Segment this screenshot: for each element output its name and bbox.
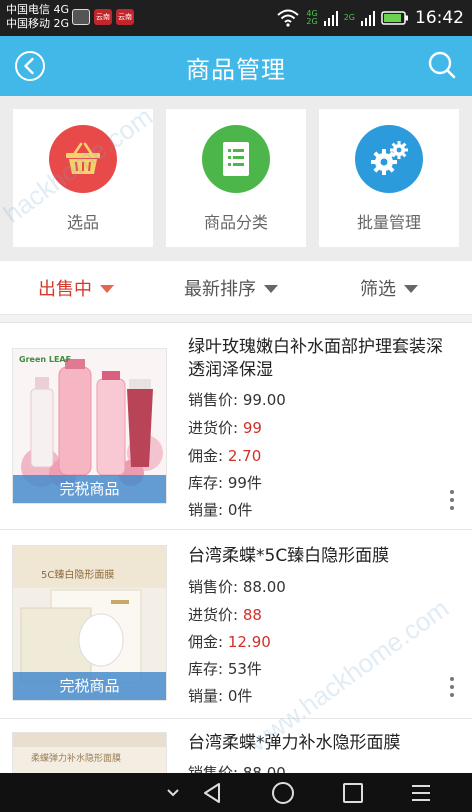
carrier-2: 中国移动 2G	[6, 17, 70, 30]
net-2g: 2G	[306, 17, 318, 26]
cost-price: 进货价: 88	[188, 604, 262, 625]
cost-price: 进货价: 99	[188, 417, 262, 438]
commission: 佣金: 12.90	[188, 631, 271, 652]
sale-price-value: 88.00	[242, 578, 286, 596]
sales-value: 0件	[227, 687, 253, 705]
wifi-icon	[277, 9, 300, 27]
stock: 库存: 99件	[188, 472, 262, 493]
cost-price-label: 进货价:	[188, 419, 239, 437]
sale-price-value: 88.00	[242, 764, 286, 773]
signal-icon	[323, 11, 338, 26]
sales-label: 销量:	[188, 501, 224, 519]
commission: 佣金: 2.70	[188, 445, 261, 466]
sale-price-value: 99.00	[242, 391, 286, 409]
brand-text: Green LEAF	[19, 355, 72, 364]
product-row[interactable]: 柔蝶弹力补水隐形面膜 台湾柔蝶*弹力补水隐形面膜 销售价: 88.00	[0, 720, 472, 773]
product-image[interactable]: Green LEAF 完税商品	[12, 348, 167, 504]
net-2g-b: 2G	[343, 13, 355, 22]
status-right: 4G 2G 2G 16:42	[276, 0, 464, 36]
sale-price-label: 销售价:	[188, 391, 239, 409]
sale-price-label: 销售价:	[188, 764, 239, 773]
tax-paid-badge: 完税商品	[13, 475, 166, 503]
menu-icon[interactable]	[408, 781, 434, 805]
image-notification-icon	[72, 9, 90, 25]
home-circle-icon[interactable]	[270, 781, 296, 805]
product-image[interactable]: 5C臻白隐形面膜 完税商品	[12, 545, 167, 701]
quick-item-label: 批量管理	[356, 213, 421, 232]
chevron-down-icon[interactable]	[160, 781, 186, 805]
product-name[interactable]: 台湾柔蝶*弹力补水隐形面膜	[188, 732, 450, 755]
page-title: 商品管理	[186, 56, 286, 84]
sales-value: 0件	[227, 501, 253, 519]
app-notification-icon-2: 云南	[116, 9, 134, 25]
status-bar: 中国电信 4G 中国移动 2G 云南 云南 4G 2G 2G 16:42	[0, 0, 472, 36]
commission-value: 12.90	[227, 633, 271, 651]
clock: 16:42	[415, 8, 464, 28]
tab-filter[interactable]: 筛选	[360, 261, 418, 315]
quick-item-label: 商品分类	[203, 213, 268, 232]
section-divider	[0, 315, 472, 323]
product-name[interactable]: 绿叶玫瑰嫩白补水面部护理套装深透润泽保湿	[188, 336, 450, 382]
network-2g-label: 2G	[344, 14, 355, 22]
sale-price: 销售价: 88.00	[188, 576, 286, 597]
notification-icons: 云南 云南	[72, 9, 134, 25]
filter-bar: 出售中 最新排序 筛选	[0, 261, 472, 315]
brand-text: 5C臻白隐形面膜	[41, 570, 115, 581]
commission-label: 佣金:	[188, 447, 224, 465]
quick-item-select-products[interactable]: 选品	[13, 109, 153, 247]
stock-label: 库存:	[188, 660, 224, 678]
carrier-1: 中国电信 4G	[6, 3, 70, 16]
commission-label: 佣金:	[188, 633, 224, 651]
cost-price-value: 99	[242, 419, 262, 437]
dropdown-triangle-icon	[264, 285, 278, 293]
quick-menu: 选品 商品分类 批量管理	[0, 96, 472, 261]
more-options-icon[interactable]	[450, 490, 456, 510]
sale-price: 销售价: 88.00	[188, 762, 286, 773]
tab-label: 最新排序	[184, 279, 256, 300]
sales-label: 销量:	[188, 687, 224, 705]
sales-count: 销量: 0件	[188, 685, 252, 706]
product-row[interactable]: Green LEAF 完税商品 绿叶玫瑰嫩白补水面部护理套装深透润泽保湿 销售价…	[0, 324, 472, 530]
product-name[interactable]: 台湾柔蝶*5C臻白隐形面膜	[188, 545, 450, 568]
cost-price-value: 88	[242, 606, 262, 624]
stock-value: 53件	[227, 660, 262, 678]
sale-price: 销售价: 99.00	[188, 389, 286, 410]
stock-label: 库存:	[188, 474, 224, 492]
app-header: 商品管理	[0, 36, 472, 96]
tab-latest-sort[interactable]: 最新排序	[184, 261, 278, 315]
basket-icon	[49, 125, 117, 193]
tab-label: 出售中	[38, 279, 92, 300]
stock-value: 99件	[227, 474, 262, 492]
more-options-icon[interactable]	[450, 677, 456, 697]
network-4g-label: 4G 2G	[306, 10, 317, 26]
app-notification-icon: 云南	[94, 9, 112, 25]
recents-square-icon[interactable]	[340, 781, 366, 805]
quick-item-batch-manage[interactable]: 批量管理	[319, 109, 459, 247]
product-image[interactable]: 柔蝶弹力补水隐形面膜	[12, 732, 167, 773]
carrier-info: 中国电信 4G 中国移动 2G	[6, 3, 69, 31]
sales-count: 销量: 0件	[188, 499, 252, 520]
dropdown-triangle-icon	[404, 285, 418, 293]
document-list-icon	[202, 125, 270, 193]
gears-icon	[355, 125, 423, 193]
tab-on-sale[interactable]: 出售中	[38, 261, 114, 315]
tax-paid-badge: 完税商品	[13, 672, 166, 700]
quick-item-label: 选品	[66, 213, 99, 232]
cost-price-label: 进货价:	[188, 606, 239, 624]
stock: 库存: 53件	[188, 658, 262, 679]
product-row[interactable]: 5C臻白隐形面膜 完税商品 台湾柔蝶*5C臻白隐形面膜 销售价: 88.00 进…	[0, 531, 472, 719]
commission-value: 2.70	[227, 447, 262, 465]
sale-price-label: 销售价:	[188, 578, 239, 596]
battery-icon	[381, 11, 408, 25]
tab-label: 筛选	[360, 279, 396, 300]
brand-text: 柔蝶弹力补水隐形面膜	[31, 754, 122, 764]
quick-item-categories[interactable]: 商品分类	[166, 109, 306, 247]
signal-icon-2	[361, 11, 375, 26]
search-icon[interactable]	[426, 49, 458, 81]
dropdown-triangle-icon	[100, 285, 114, 293]
back-triangle-icon[interactable]	[200, 781, 226, 805]
system-nav-bar	[0, 773, 472, 812]
